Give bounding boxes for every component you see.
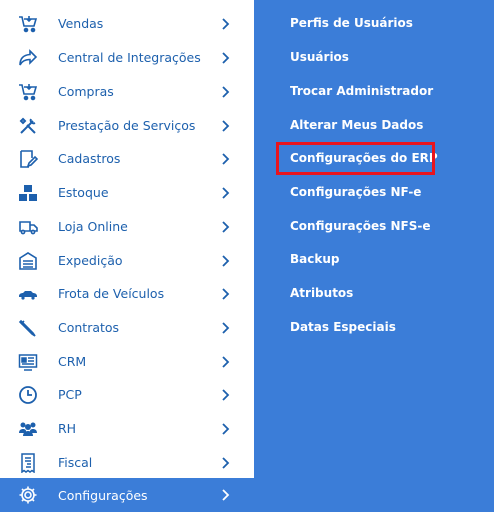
menu-item-label: Prestação de Serviços [58, 118, 196, 134]
people-icon [17, 418, 39, 440]
menu-item-label: Central de Integrações [58, 50, 201, 66]
submenu-item-perfis-usuarios[interactable]: Perfis de Usuários [290, 12, 413, 34]
submenu-item-configuracoes-nfse[interactable]: Configurações NFS-e [290, 215, 430, 237]
warehouse-icon [17, 250, 39, 272]
menu-item-vendas[interactable]: Vendas [0, 7, 254, 41]
chevron-right-icon [220, 119, 232, 133]
submenu-item-atributos[interactable]: Atributos [290, 282, 353, 304]
menu-item-central-integracoes[interactable]: Central de Integrações [0, 41, 254, 75]
clock-icon [17, 384, 39, 406]
cart-download-icon [17, 13, 39, 35]
submenu-item-configuracoes-erp[interactable]: Configurações do ERP [290, 147, 438, 169]
chevron-right-icon [220, 422, 232, 436]
menu-item-configuracoes[interactable]: Configurações [0, 478, 254, 512]
submenu-item-configuracoes-nfe[interactable]: Configurações NF-e [290, 181, 421, 203]
menu-item-frota-veiculos[interactable]: Frota de Veículos [0, 277, 254, 311]
cart-download-icon [17, 81, 39, 103]
menu-item-label: PCP [58, 387, 82, 403]
receipt-icon [17, 452, 39, 474]
menu-item-cadastros[interactable]: Cadastros [0, 142, 254, 176]
menu-item-compras[interactable]: Compras [0, 75, 254, 109]
menu-item-loja-online[interactable]: Loja Online [0, 210, 254, 244]
menu-item-label: Contratos [58, 320, 120, 336]
pen-icon [17, 317, 39, 339]
edit-document-icon [17, 148, 39, 170]
chevron-right-icon [220, 186, 232, 200]
submenu-panel: Perfis de Usuários Usuários Trocar Admin… [254, 0, 494, 512]
menu-item-contratos[interactable]: Contratos [0, 311, 254, 345]
chevron-right-icon [220, 254, 232, 268]
id-card-icon [17, 351, 39, 373]
chevron-right-icon [220, 488, 232, 502]
menu-item-estoque[interactable]: Estoque [0, 176, 254, 210]
gear-icon [17, 484, 39, 506]
chevron-right-icon [220, 287, 232, 301]
menu-item-label: Frota de Veículos [58, 286, 165, 302]
submenu-item-usuarios[interactable]: Usuários [290, 46, 349, 68]
menu-item-label: Configurações [58, 487, 148, 503]
submenu-item-alterar-meus-dados[interactable]: Alterar Meus Dados [290, 114, 423, 136]
menu-item-expedicao[interactable]: Expedição [0, 244, 254, 278]
menu-item-label: Loja Online [58, 219, 128, 235]
boxes-icon [17, 182, 39, 204]
chevron-right-icon [220, 85, 232, 99]
submenu-item-datas-especiais[interactable]: Datas Especiais [290, 316, 396, 338]
chevron-right-icon [220, 152, 232, 166]
submenu-item-trocar-administrador[interactable]: Trocar Administrador [290, 80, 433, 102]
main-menu: Vendas Central de Integrações Compras Pr… [0, 0, 254, 512]
menu-item-label: Cadastros [58, 151, 121, 167]
chevron-right-icon [220, 388, 232, 402]
menu-item-rh[interactable]: RH [0, 412, 254, 446]
submenu-item-backup[interactable]: Backup [290, 248, 339, 270]
menu-item-label: RH [58, 421, 77, 437]
menu-item-prestacao-servicos[interactable]: Prestação de Serviços [0, 109, 254, 143]
menu-item-crm[interactable]: CRM [0, 345, 254, 379]
menu-item-label: Fiscal [58, 455, 93, 471]
share-arrow-icon [17, 47, 39, 69]
car-icon [17, 283, 39, 305]
menu-item-label: Expedição [58, 253, 123, 269]
chevron-right-icon [220, 220, 232, 234]
menu-item-label: Vendas [58, 16, 104, 32]
delivery-truck-icon [17, 216, 39, 238]
menu-item-label: Estoque [58, 185, 109, 201]
menu-item-fiscal[interactable]: Fiscal [0, 446, 254, 480]
chevron-right-icon [220, 17, 232, 31]
menu-item-label: CRM [58, 354, 87, 370]
chevron-right-icon [220, 51, 232, 65]
chevron-right-icon [220, 456, 232, 470]
menu-item-pcp[interactable]: PCP [0, 378, 254, 412]
menu-item-label: Compras [58, 84, 114, 100]
chevron-right-icon [220, 321, 232, 335]
tools-icon [17, 115, 39, 137]
chevron-right-icon [220, 355, 232, 369]
